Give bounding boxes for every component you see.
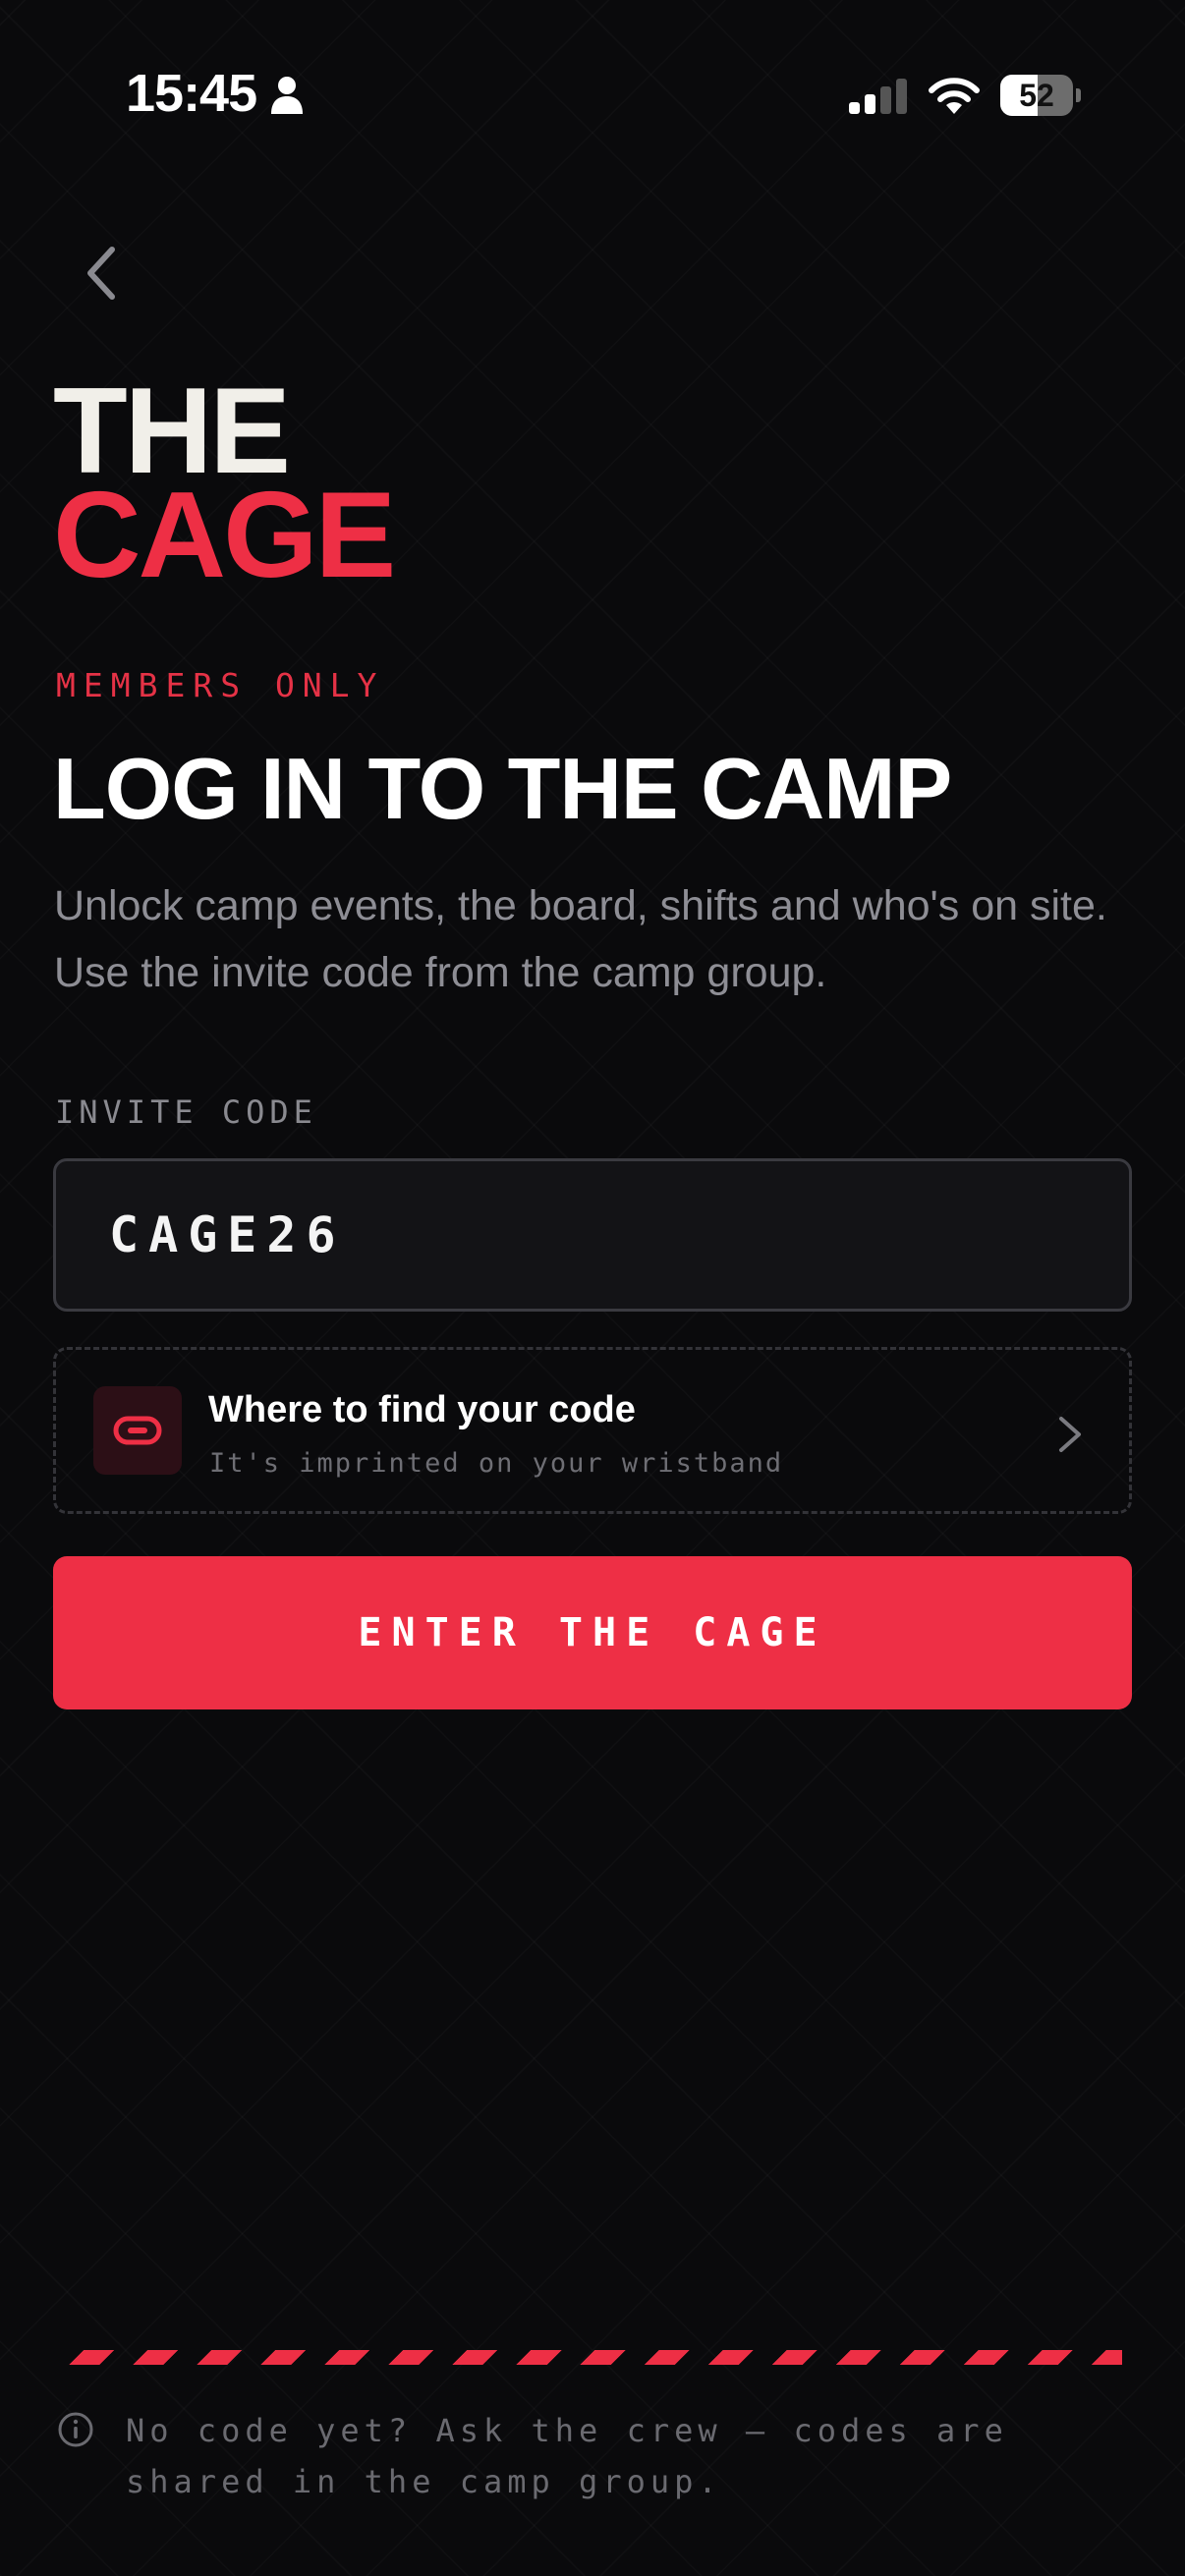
page-title: LOG IN TO THE CAMP	[53, 740, 952, 837]
battery-level: 52	[1019, 78, 1054, 113]
hazard-stripe-divider	[53, 2350, 1122, 2365]
status-time: 15:45	[126, 64, 257, 123]
page-subtitle: Unlock camp events, the board, shifts an…	[54, 882, 1107, 996]
wifi-icon	[929, 78, 980, 114]
find-code-title: Where to find your code	[208, 1389, 636, 1430]
invite-code-label: INVITE CODE	[55, 1093, 317, 1131]
status-bar: 15:45 52	[0, 0, 1185, 196]
signal-icon	[849, 79, 907, 114]
info-icon	[58, 2412, 93, 2447]
find-code-subtitle: It's imprinted on your wristband	[209, 1448, 784, 1479]
app-logo: THE CAGE	[53, 370, 396, 603]
person-icon	[271, 77, 303, 114]
no-code-footer-note: No code yet? Ask the crew — codes are sh…	[126, 2412, 1008, 2500]
battery-icon: 52	[1000, 75, 1081, 116]
chevron-right-icon	[1059, 1417, 1081, 1452]
members-only-eyebrow: MEMBERS ONLY	[56, 666, 385, 704]
invite-code-input[interactable]	[53, 1158, 1132, 1312]
wristband-icon	[93, 1386, 182, 1475]
find-code-card[interactable]: Where to find your code It's imprinted o…	[53, 1347, 1132, 1514]
logo-line-cage: CAGE	[53, 468, 396, 603]
chevron-left-icon[interactable]	[75, 238, 130, 308]
enter-the-cage-button[interactable]: ENTER THE CAGE	[53, 1556, 1132, 1709]
